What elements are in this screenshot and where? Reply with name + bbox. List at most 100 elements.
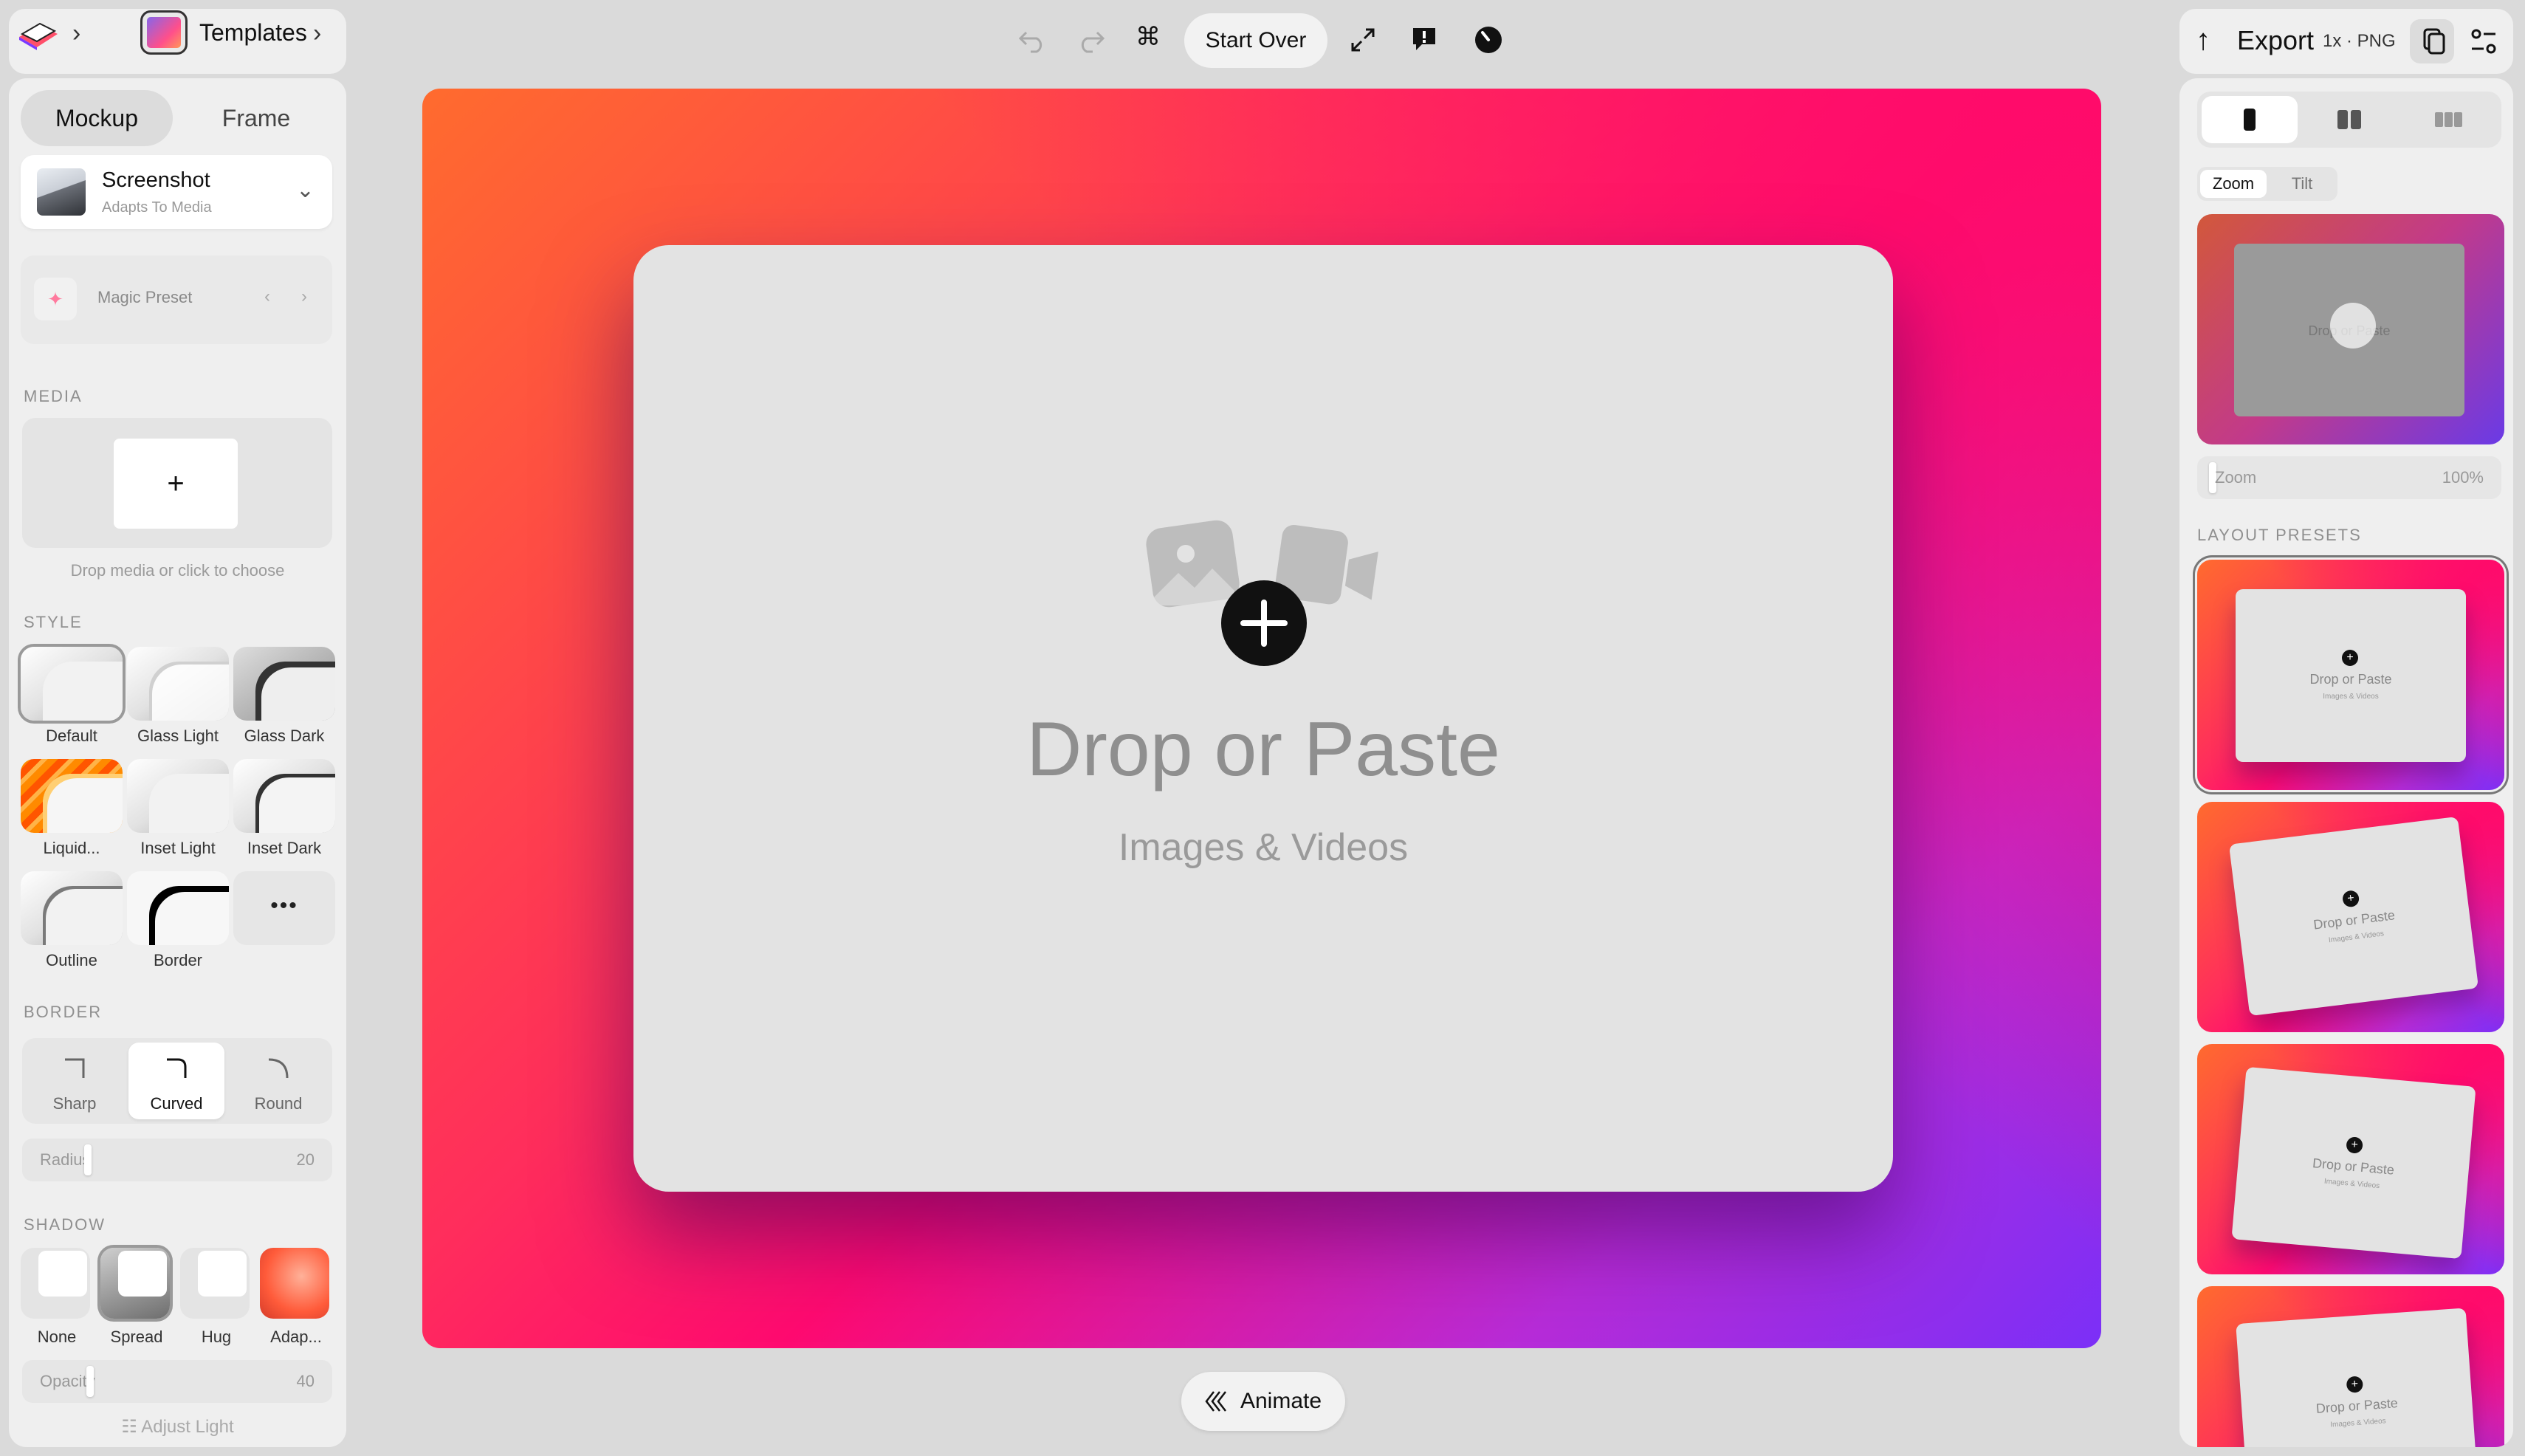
sliders-icon [2471, 29, 2496, 54]
style-glass-dark[interactable] [233, 647, 335, 721]
border-curved-label: Curved [150, 1094, 203, 1113]
right-panel: Zoom Tilt Drop or Paste Zoom 100% LAYOUT… [2179, 78, 2513, 1447]
layout-double[interactable] [2301, 96, 2397, 143]
add-circle-icon[interactable] [1220, 579, 1308, 667]
style-border[interactable] [127, 871, 229, 945]
section-media: MEDIA [24, 387, 83, 405]
preset-mockup: + Drop or Paste Images & Videos [2236, 589, 2466, 762]
more-styles-button[interactable]: ••• [233, 871, 335, 945]
corner-round-icon [268, 1058, 289, 1079]
double-layout-icon [2337, 110, 2361, 129]
chevron-left-icon[interactable]: ‹ [264, 286, 270, 307]
magic-preset[interactable]: ✦ Magic Preset ‹ › [21, 255, 332, 344]
border-sharp[interactable]: Sharp [27, 1043, 123, 1119]
device-subtitle: Adapts To Media [102, 199, 212, 216]
device-selector[interactable]: Screenshot Adapts To Media ⌄ [21, 155, 332, 229]
tab-tilt[interactable]: Tilt [2270, 170, 2335, 198]
export-format[interactable]: 1x · PNG [2323, 31, 2396, 52]
export-button[interactable]: Export [2237, 25, 2314, 56]
device-title: Screenshot [102, 168, 210, 192]
preset-mockup: + Drop or Paste Images & Videos [2228, 816, 2479, 1017]
undo-icon[interactable] [1017, 28, 1047, 53]
chevron-right-icon[interactable]: › [301, 286, 307, 307]
preview-mockup: Drop or Paste [2234, 244, 2464, 416]
style-label: Default [46, 727, 97, 745]
layout-preset-4[interactable]: + Drop or Paste Images & Videos [2197, 1286, 2504, 1447]
fullscreen-icon[interactable] [1350, 27, 1376, 53]
layout-preset-1[interactable]: + Drop or Paste Images & Videos [2197, 560, 2504, 790]
corner-sharp-icon [65, 1058, 85, 1078]
style-inset-dark[interactable] [233, 759, 335, 833]
opacity-slider[interactable]: Opacity 40 [22, 1360, 332, 1403]
start-over-button[interactable]: Start Over [1184, 13, 1327, 68]
style-liquid[interactable] [21, 759, 123, 833]
style-label: Inset Dark [247, 839, 322, 857]
layout-preset-3[interactable]: + Drop or Paste Images & Videos [2197, 1044, 2504, 1274]
more-icon: ••• [270, 893, 298, 918]
redo-icon[interactable] [1076, 28, 1106, 53]
style-default[interactable] [21, 647, 123, 721]
chevron-down-icon: ⌄ [295, 178, 315, 202]
border-curved[interactable]: Curved [128, 1043, 224, 1119]
style-label: Outline [46, 951, 97, 969]
radius-slider-thumb[interactable] [84, 1144, 92, 1175]
radius-slider[interactable]: Radius 20 [22, 1139, 332, 1181]
drop-subtitle: Images & Videos [1118, 826, 1409, 869]
chevron-right-icon[interactable]: › [313, 19, 321, 48]
style-label: Border [153, 951, 203, 969]
opacity-value: 40 [296, 1372, 315, 1390]
border-round[interactable]: Round [230, 1043, 326, 1119]
preset-mockup: + Drop or Paste Images & Videos [2231, 1066, 2476, 1260]
shadow-preview [198, 1251, 247, 1297]
left-panel: Mockup Frame Screenshot Adapts To Media … [9, 78, 346, 1447]
adjust-light-button[interactable]: ☷ Adjust Light [9, 1416, 346, 1438]
zoom-slider[interactable]: Zoom 100% [2197, 456, 2501, 499]
timer-icon[interactable] [1474, 25, 1503, 55]
preset-mockup: + Drop or Paste Images & Videos [2236, 1308, 2478, 1447]
zoom-preview[interactable]: Drop or Paste [2197, 214, 2504, 444]
zoom-label: Zoom [2215, 468, 2257, 487]
command-icon[interactable]: ⌘ [1136, 22, 1161, 52]
shadow-label: Adap... [270, 1328, 322, 1346]
shadow-hug[interactable] [180, 1248, 250, 1319]
feedback-icon[interactable] [1410, 25, 1438, 53]
preset-title: Drop or Paste [2309, 672, 2392, 687]
templates-icon[interactable] [140, 10, 188, 55]
opacity-slider-thumb[interactable] [86, 1366, 94, 1397]
drop-title: Drop or Paste [1026, 707, 1500, 792]
magic-preset-label: Magic Preset [97, 288, 193, 306]
app-logo-icon[interactable] [15, 12, 62, 53]
settings-button[interactable] [2462, 19, 2506, 63]
tab-frame[interactable]: Frame [180, 90, 332, 146]
templates-button-label[interactable]: Templates [199, 19, 307, 47]
animate-label: Animate [1240, 1389, 1322, 1413]
zoom-focus-handle[interactable] [2330, 303, 2376, 348]
animate-button[interactable]: Animate [1181, 1372, 1345, 1431]
layout-count-tabs [2197, 92, 2501, 148]
chevron-right-icon[interactable]: › [72, 19, 80, 48]
shadow-preview [38, 1251, 87, 1297]
shadow-spread[interactable] [100, 1248, 170, 1319]
style-label: Glass Dark [244, 727, 325, 745]
style-glass-light[interactable] [127, 647, 229, 721]
preset-subtitle: Images & Videos [2323, 693, 2379, 701]
single-layout-icon [2244, 109, 2256, 131]
copy-button[interactable] [2410, 19, 2454, 63]
triple-layout-icon [2435, 112, 2462, 127]
shadow-adaptive[interactable] [260, 1248, 329, 1319]
layout-triple[interactable] [2401, 96, 2497, 143]
add-circle-icon: + [2346, 1376, 2364, 1393]
layout-single[interactable] [2202, 96, 2298, 143]
export-arrow-icon[interactable]: ↑ [2196, 24, 2210, 57]
add-media-button[interactable]: + [114, 439, 238, 529]
shadow-none[interactable] [21, 1248, 90, 1319]
layout-preset-2[interactable]: + Drop or Paste Images & Videos [2197, 802, 2504, 1032]
style-outline[interactable] [21, 871, 123, 945]
tab-mockup[interactable]: Mockup [21, 90, 173, 146]
section-layout-presets: LAYOUT PRESETS [2197, 526, 2362, 544]
tab-zoom[interactable]: Zoom [2200, 170, 2267, 198]
style-inset-light[interactable] [127, 759, 229, 833]
animate-icon [1205, 1391, 1226, 1412]
media-dropzone[interactable]: + [22, 418, 332, 548]
add-circle-icon: + [2341, 890, 2360, 908]
